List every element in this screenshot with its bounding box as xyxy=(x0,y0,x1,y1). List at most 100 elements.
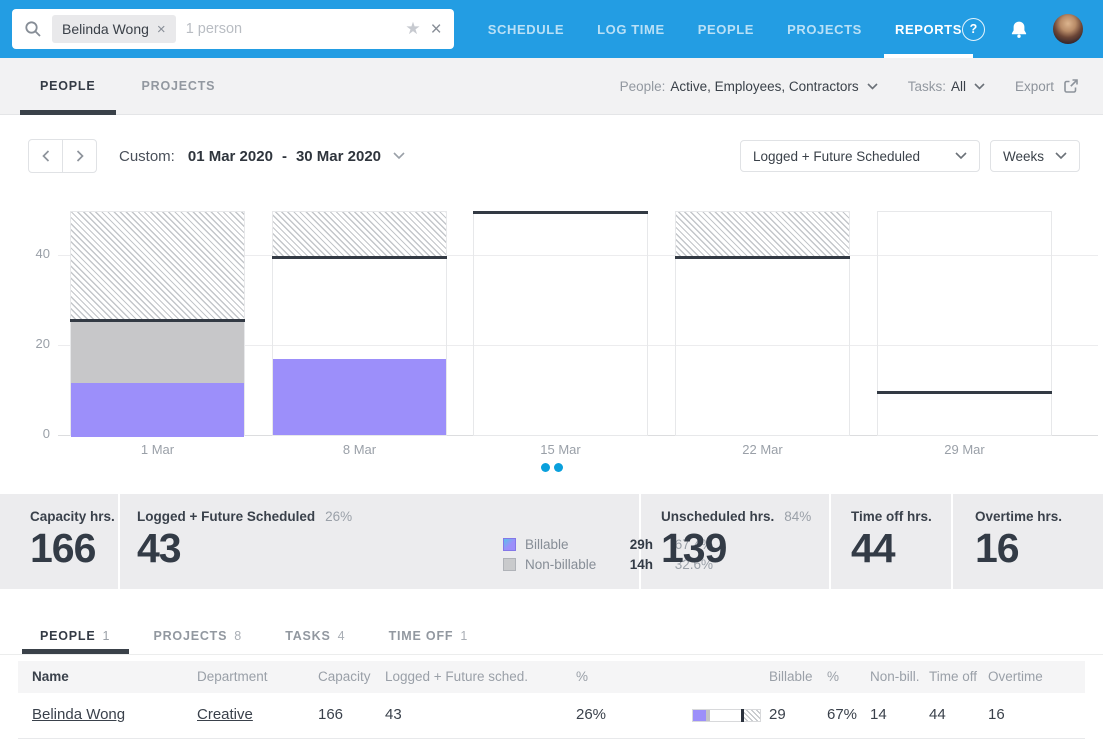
column-header-billable[interactable]: Billable xyxy=(769,669,813,684)
people-filter-value: Active, Employees, Contractors xyxy=(670,79,858,94)
nav-people[interactable]: PEOPLE xyxy=(698,0,754,58)
user-avatar[interactable] xyxy=(1053,14,1083,44)
non-billable-swatch-icon xyxy=(503,558,516,571)
time-off-hatch-segment xyxy=(676,212,849,257)
chip-label: Belinda Wong xyxy=(62,21,149,37)
unscheduled-segment xyxy=(676,257,849,435)
capacity-cell: 166 xyxy=(318,706,343,723)
report-subnav: PEOPLE PROJECTS People: Active, Employee… xyxy=(0,58,1103,115)
summary-logged: Logged + Future Scheduled26% 43 Billable… xyxy=(120,494,641,589)
range-separator: - xyxy=(282,148,287,165)
tab-people[interactable]: PEOPLE xyxy=(40,58,96,115)
y-axis-tick-label: 40 xyxy=(16,246,50,261)
pagination-dot[interactable] xyxy=(554,463,563,472)
x-axis-label: 8 Mar xyxy=(272,442,447,457)
date-toolbar: Custom: 01 Mar 2020 - 30 Mar 2020 Logged… xyxy=(28,139,1080,173)
chevron-down-icon xyxy=(393,152,405,160)
active-tab-underline xyxy=(20,110,116,115)
pagination-dot[interactable] xyxy=(541,463,550,472)
nav-reports[interactable]: REPORTS xyxy=(895,0,962,58)
detail-tab-people[interactable]: PEOPLE 1 xyxy=(40,617,109,654)
overtime-cell: 16 xyxy=(988,706,1005,723)
chart-column[interactable] xyxy=(675,211,850,436)
interval-select[interactable]: Weeks xyxy=(990,140,1080,172)
subnav-filters: People: Active, Employees, Contractors T… xyxy=(620,78,1079,94)
people-filter-label: People: xyxy=(620,79,666,94)
chart-pagination-dots xyxy=(0,463,1103,472)
tasks-filter-label: Tasks: xyxy=(908,79,946,94)
detail-tab-projects[interactable]: PROJECTS 8 xyxy=(153,617,241,654)
column-header-logged[interactable]: Logged + Future sched. xyxy=(385,669,528,684)
notifications-bell-icon[interactable] xyxy=(1009,20,1029,39)
x-axis-label: 1 Mar xyxy=(70,442,245,457)
chart-column[interactable] xyxy=(70,211,245,436)
utilization-billable-segment xyxy=(693,710,706,721)
table-header: Name Department Capacity Logged + Future… xyxy=(18,661,1085,693)
capacity-line xyxy=(272,256,447,259)
chart-column[interactable] xyxy=(877,211,1052,436)
chip-remove-icon[interactable]: × xyxy=(157,22,166,37)
main-nav: SCHEDULE LOG TIME PEOPLE PROJECTS REPORT… xyxy=(488,0,962,58)
tasks-filter-value: All xyxy=(951,79,966,94)
department-link[interactable]: Creative xyxy=(197,706,253,723)
column-header-billable-percent[interactable]: % xyxy=(827,669,839,684)
tab-projects[interactable]: PROJECTS xyxy=(142,58,216,115)
billable-swatch-icon xyxy=(503,538,516,551)
column-header-capacity[interactable]: Capacity xyxy=(318,669,371,684)
people-filter-dropdown[interactable]: People: Active, Employees, Contractors xyxy=(620,79,878,94)
nav-projects[interactable]: PROJECTS xyxy=(787,0,862,58)
search-placeholder: 1 person xyxy=(186,21,396,37)
summary-time-off: Time off hrs. 44 xyxy=(831,494,953,589)
interval-select-value: Weeks xyxy=(1003,149,1044,164)
column-header-name[interactable]: Name xyxy=(32,669,69,684)
overtime-label: Overtime hrs. xyxy=(975,509,1103,524)
nav-schedule[interactable]: SCHEDULE xyxy=(488,0,564,58)
unscheduled-segment xyxy=(273,257,446,359)
unscheduled-segment xyxy=(878,212,1051,435)
capacity-line xyxy=(675,256,850,259)
tab-count: 4 xyxy=(338,629,345,643)
chevron-right-icon xyxy=(76,150,84,162)
capacity-chart: 020401 Mar8 Mar15 Mar22 Mar29 Mar xyxy=(0,195,1103,459)
detail-tab-tasks[interactable]: TASKS 4 xyxy=(285,617,344,654)
column-header-logged-percent[interactable]: % xyxy=(576,669,588,684)
next-period-button[interactable] xyxy=(63,140,96,172)
active-tab-underline xyxy=(22,649,129,654)
x-axis-label: 22 Mar xyxy=(675,442,850,457)
previous-period-button[interactable] xyxy=(29,140,63,172)
chart-column[interactable] xyxy=(272,211,447,436)
search-close-icon[interactable]: × xyxy=(431,20,442,39)
range-start-date: 01 Mar 2020 xyxy=(188,148,273,165)
y-axis-tick-label: 20 xyxy=(16,336,50,351)
export-button[interactable]: Export xyxy=(1015,78,1079,94)
star-icon[interactable]: ★ xyxy=(405,19,420,39)
chart-column[interactable] xyxy=(473,211,648,436)
column-header-overtime[interactable]: Overtime xyxy=(988,669,1043,684)
logged-cell: 43 xyxy=(385,706,402,723)
unscheduled-percent: 84% xyxy=(784,509,811,524)
table-row: Belinda Wong Creative 166 43 26% 29 67% … xyxy=(18,693,1085,739)
export-label: Export xyxy=(1015,79,1054,94)
detail-tab-time-off[interactable]: TIME OFF 1 xyxy=(389,617,468,654)
date-pager xyxy=(28,139,97,173)
metric-select-value: Logged + Future Scheduled xyxy=(753,149,920,164)
person-name-link[interactable]: Belinda Wong xyxy=(32,706,125,723)
search-filter-chip[interactable]: Belinda Wong × xyxy=(52,15,176,43)
capacity-label: Capacity hrs. xyxy=(30,509,118,524)
range-end-date: 30 Mar 2020 xyxy=(296,148,381,165)
column-header-non-billable[interactable]: Non-bill. xyxy=(870,669,920,684)
column-header-department[interactable]: Department xyxy=(197,669,268,684)
tasks-filter-dropdown[interactable]: Tasks: All xyxy=(908,79,985,94)
help-icon[interactable]: ? xyxy=(962,18,985,41)
date-range-dropdown[interactable]: Custom: 01 Mar 2020 - 30 Mar 2020 xyxy=(119,148,405,165)
metric-select[interactable]: Logged + Future Scheduled xyxy=(740,140,980,172)
top-bar: Belinda Wong × 1 person ★ × SCHEDULE LOG… xyxy=(0,0,1103,58)
column-header-time-off[interactable]: Time off xyxy=(929,669,977,684)
x-axis-label: 15 Mar xyxy=(473,442,648,457)
nav-log-time[interactable]: LOG TIME xyxy=(597,0,665,58)
detail-tabs: PEOPLE 1 PROJECTS 8 TASKS 4 TIME OFF 1 xyxy=(0,617,1103,655)
billable-percent-cell: 67% xyxy=(827,706,857,723)
chevron-down-icon xyxy=(974,83,985,90)
search-input[interactable]: Belinda Wong × 1 person ★ × xyxy=(12,9,454,49)
capacity-line xyxy=(877,391,1052,394)
